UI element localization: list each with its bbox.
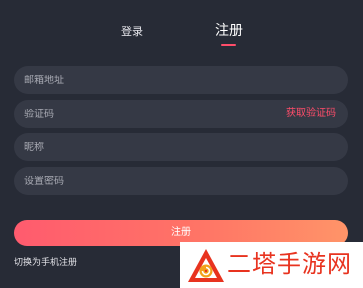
password-field-wrapper: [14, 167, 348, 195]
tab-login[interactable]: 登录: [121, 24, 143, 40]
email-field[interactable]: [24, 74, 338, 86]
password-field[interactable]: [24, 175, 338, 187]
active-tab-indicator: [221, 44, 236, 46]
auth-tabs: 登录 注册: [0, 0, 363, 50]
code-field-wrapper: 获取验证码: [14, 100, 348, 128]
nickname-field-wrapper: [14, 133, 348, 161]
email-field-wrapper: [14, 66, 348, 94]
watermark-text: 二塔手游网: [227, 250, 352, 278]
switch-to-phone-register-link[interactable]: 切换为手机注册: [14, 257, 77, 269]
tab-register[interactable]: 注册: [215, 23, 243, 39]
nickname-field[interactable]: [24, 141, 338, 153]
swirl-triangle-icon: [188, 249, 224, 282]
get-code-button[interactable]: 获取验证码: [286, 107, 336, 121]
